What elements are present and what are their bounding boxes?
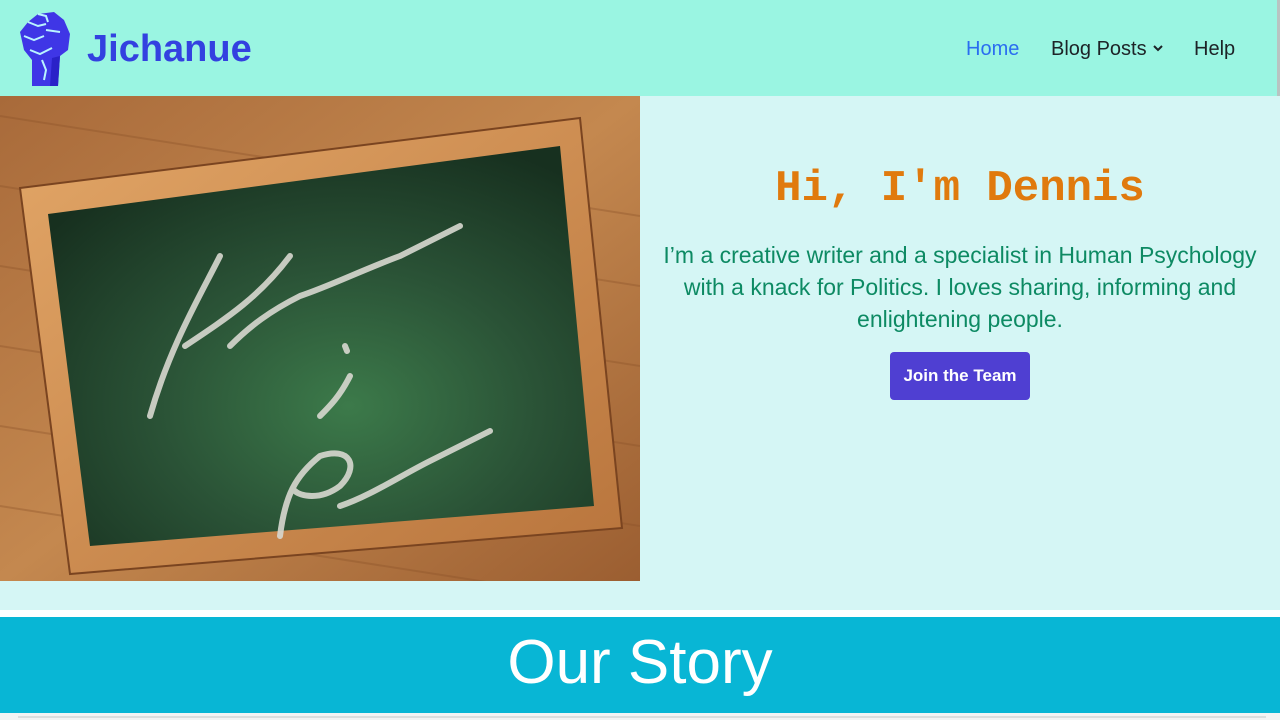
- our-story-title: Our Story: [507, 628, 773, 697]
- nav-home-link[interactable]: Home: [966, 34, 1019, 64]
- site-title[interactable]: Jichanue: [87, 26, 252, 72]
- chalkboard-image: [0, 96, 640, 581]
- hero-title: Hi, I'm Dennis: [775, 164, 1145, 215]
- nav-blog-posts-link[interactable]: Blog Posts: [1051, 34, 1147, 64]
- raised-fist-icon[interactable]: [16, 10, 72, 88]
- site-header: Jichanue Home Blog Posts Help: [0, 0, 1280, 180]
- nav-help-link[interactable]: Help: [1194, 34, 1235, 64]
- chevron-down-icon[interactable]: [1152, 42, 1164, 54]
- join-team-button[interactable]: Join the Team: [890, 352, 1030, 400]
- hero-description: I’m a creative writer and a specialist i…: [663, 242, 1257, 332]
- our-story-section: Our Story: [0, 617, 1280, 713]
- section-divider: [0, 610, 1280, 617]
- bottom-divider-line: [18, 716, 1266, 718]
